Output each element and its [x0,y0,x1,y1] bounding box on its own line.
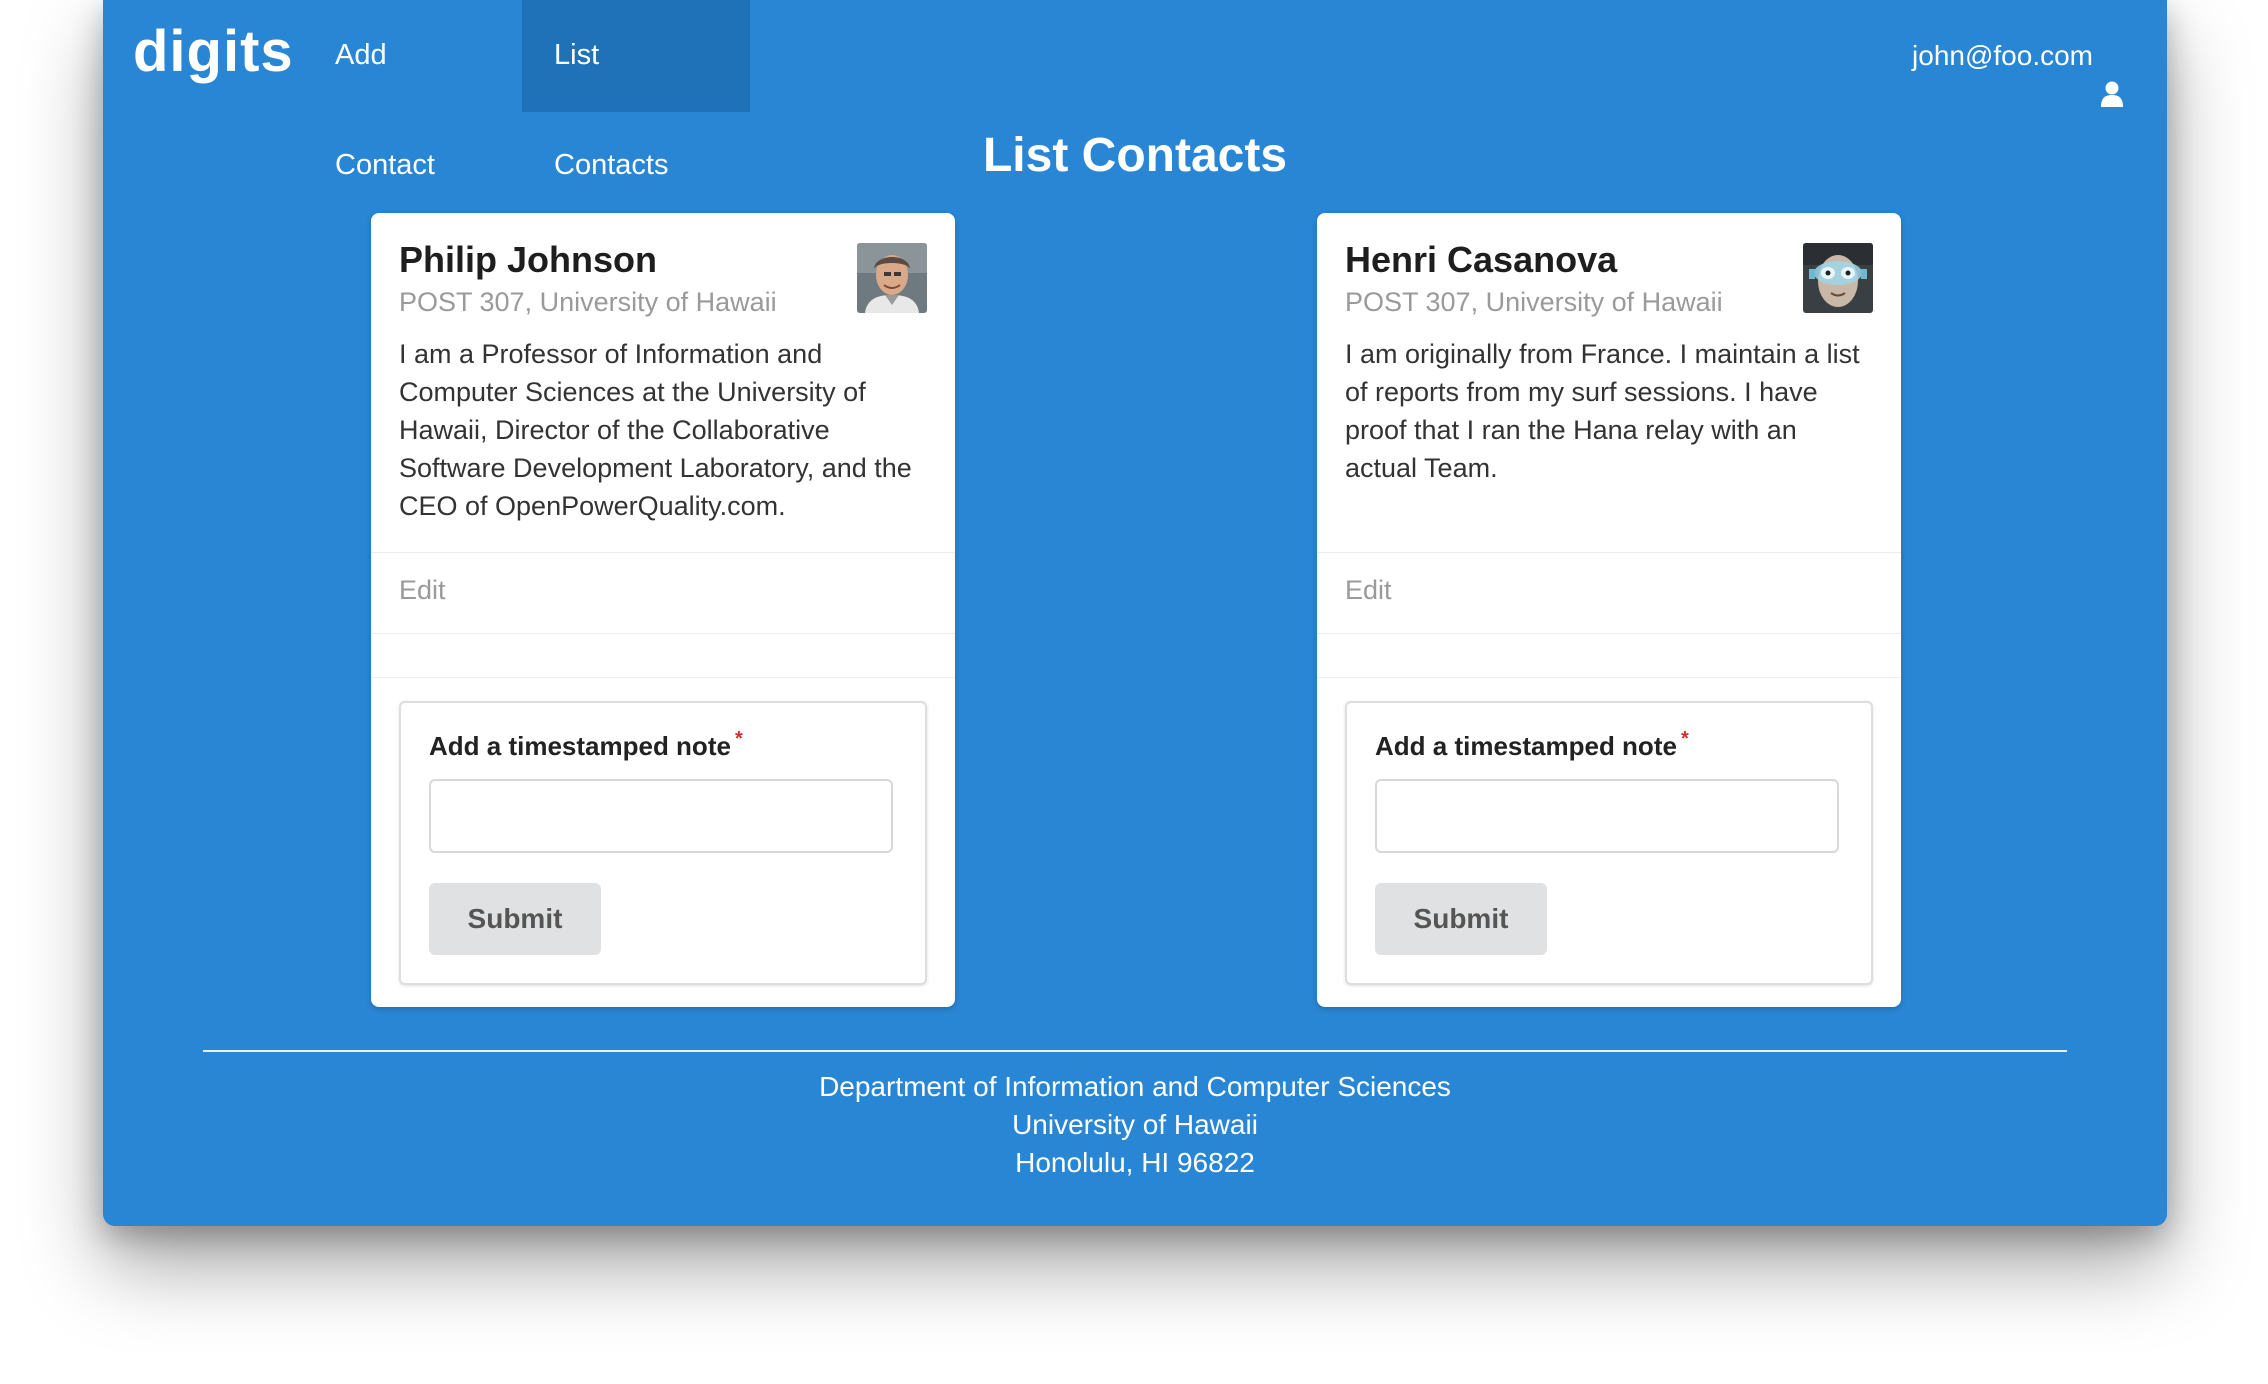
contact-avatar [857,243,927,313]
top-navbar: digits Add Contact List Contacts john@fo… [103,0,2167,181]
edit-link[interactable]: Edit [1345,575,1392,606]
card-divider [1317,552,1901,553]
note-input[interactable] [1375,779,1839,853]
contact-name: Henri Casanova [1345,239,1618,280]
contact-avatar [1803,243,1873,313]
edit-link[interactable]: Edit [399,575,446,606]
brand-logo[interactable]: digits [133,18,294,85]
footer-divider [203,1050,2067,1052]
contact-description: I am originally from France. I maintain … [1345,339,1860,483]
contact-description: I am a Professor of Information and Comp… [399,339,912,521]
footer-address: Honolulu, HI 96822 [1015,1147,1255,1178]
card-divider [371,633,955,634]
card-divider [371,552,955,553]
nav-list-contacts[interactable]: List Contacts [522,0,750,181]
contact-address: POST 307, University of Hawaii [399,287,777,317]
card-header: Philip Johnson POST 307, University of H… [399,237,819,321]
required-marker: * [734,728,743,750]
footer: Department of Information and Computer S… [103,1068,2167,1182]
required-marker: * [1680,728,1689,750]
footer-department: Department of Information and Computer S… [819,1071,1451,1102]
note-label: Add a timestamped note * [429,728,743,762]
note-label: Add a timestamped note * [1375,728,1689,762]
app-window: digits Add Contact List Contacts john@fo… [103,0,2167,1226]
user-email: john@foo.com [1912,40,2093,71]
note-input[interactable] [429,779,893,853]
submit-button[interactable]: Submit [429,883,601,955]
add-note-form: Add a timestamped note * Submit [399,701,927,985]
contact-address: POST 307, University of Hawaii [1345,287,1723,317]
note-label-text: Add a timestamped note [429,731,731,761]
user-icon [2101,43,2123,107]
submit-button[interactable]: Submit [1375,883,1547,955]
card-header: Henri Casanova POST 307, University of H… [1345,237,1765,321]
contact-name: Philip Johnson [399,239,657,280]
nav-add-contact[interactable]: Add Contact [303,0,523,181]
add-note-form: Add a timestamped note * Submit [1345,701,1873,985]
contact-card: Philip Johnson POST 307, University of H… [371,213,955,1007]
card-divider [1317,633,1901,634]
card-divider [1317,677,1901,678]
page-title: List Contacts [982,129,1288,182]
contact-card: Henri Casanova POST 307, University of H… [1317,213,1901,1007]
footer-university: University of Hawaii [1012,1109,1258,1140]
user-menu[interactable]: john@foo.com [1912,0,2123,112]
note-label-text: Add a timestamped note [1375,731,1677,761]
card-divider [371,677,955,678]
